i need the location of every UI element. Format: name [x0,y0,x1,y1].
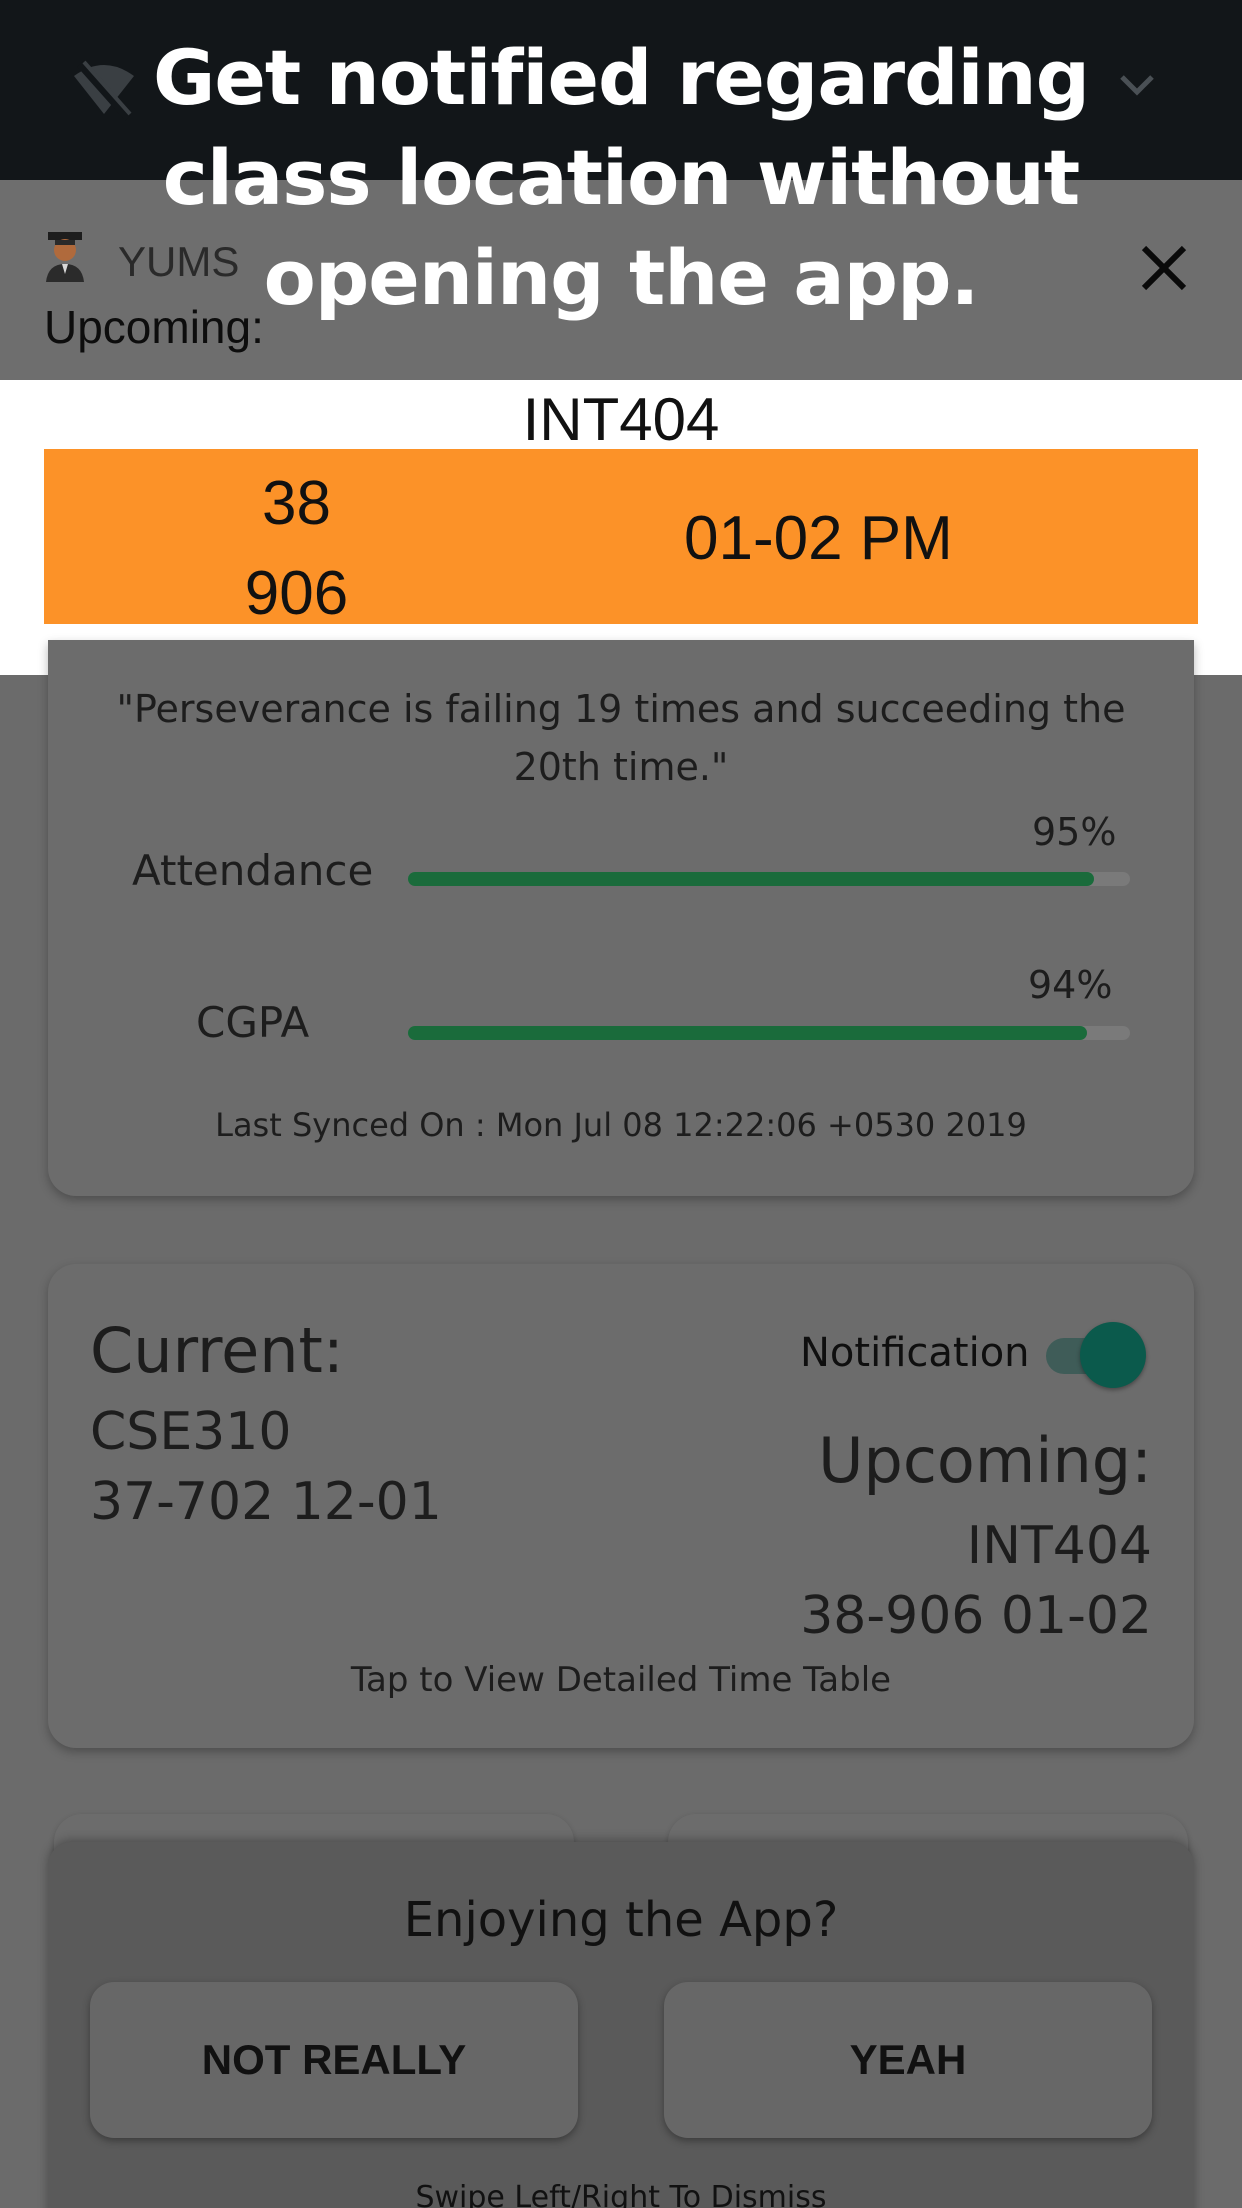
notification-course-code: INT404 [522,386,720,453]
headline-line: opening the app. [263,233,980,322]
notification-room: 906 [244,559,349,628]
attendance-progress-fill [408,872,1094,886]
cgpa-label: CGPA [196,998,310,1047]
notification-building: 38 [262,469,331,538]
yeah-button[interactable]: YEAH [664,1982,1152,2138]
swipe-dismiss-hint: Swipe Left/Right To Dismiss [415,2180,827,2208]
upcoming-title: Upcoming: [818,1424,1152,1497]
current-course: CSE310 [90,1402,292,1462]
schedule-card[interactable]: Current: CSE310 37-702 12-01 Notificatio… [48,1264,1194,1748]
timetable-hint[interactable]: Tap to View Detailed Time Table [48,1660,1194,1700]
current-room-time: 37-702 12-01 [90,1472,442,1532]
attendance-progress-bar [408,872,1130,886]
cgpa-progress-fill [408,1026,1087,1040]
notification-location: 38 906 [44,459,549,639]
toggle-knob [1080,1322,1146,1388]
upcoming-course: INT404 [966,1516,1152,1576]
headline-line: Get notified regarding [152,33,1090,122]
notification-time: 01-02 PM [684,504,953,573]
cgpa-percent: 94% [1028,963,1113,1007]
last-synced-text: Last Synced On : Mon Jul 08 12:22:06 +05… [215,1106,1027,1144]
quote-text: "Perseverance is failing 19 times and su… [116,687,1126,789]
attendance-label: Attendance [132,846,374,895]
notification-body[interactable]: INT404 38 906 01-02 PM [0,380,1242,675]
attendance-percent: 95% [1032,810,1117,854]
notification-class-info: 38 906 01-02 PM [44,449,1198,628]
cgpa-progress-bar [408,1026,1130,1040]
upcoming-room-time: 38-906 01-02 [800,1586,1152,1646]
notification-toggle-label: Notification [800,1330,1030,1376]
not-really-button[interactable]: NOT REALLY [90,1982,578,2138]
onboarding-headline: Get notified regarding class location wi… [0,28,1242,328]
rating-prompt: Enjoying the App? NOT REALLY YEAH Swipe … [48,1842,1194,2208]
stats-card: "Perseverance is failing 19 times and su… [48,640,1194,1196]
rating-title: Enjoying the App? [403,1892,839,1948]
current-title: Current: [90,1314,344,1387]
notification-toggle[interactable] [1046,1322,1146,1388]
headline-line: class location without [162,133,1080,222]
